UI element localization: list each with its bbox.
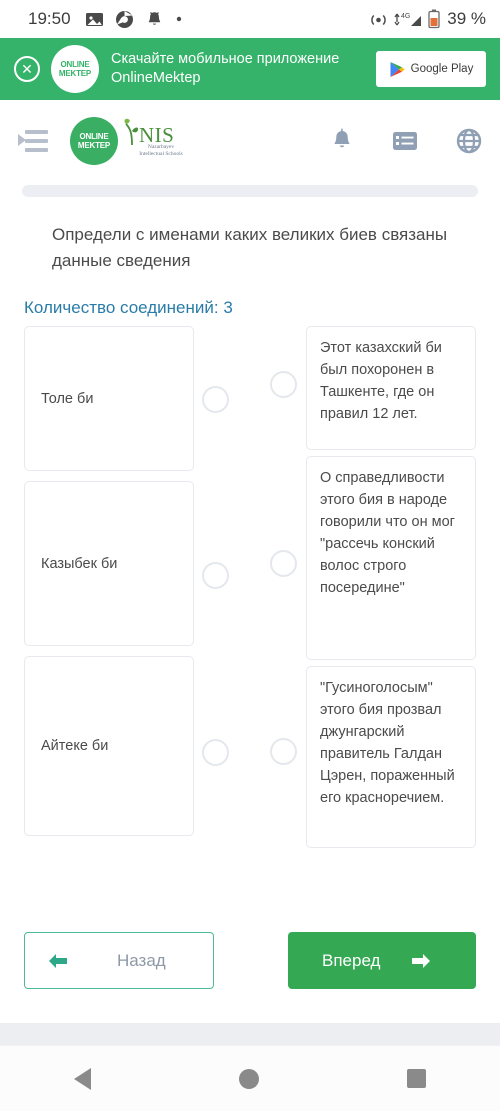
banner-text: Скачайте мобильное приложение OnlineMekt… [111,51,340,86]
logo-line-2: MEKTEP [58,69,92,78]
android-navigation-bar [0,1045,500,1111]
back-button[interactable]: Назад [24,932,214,989]
onlinemektep-logo-banner: ONLINE MEKTEP [51,45,99,93]
forward-button-label: Вперед [322,950,381,970]
match-left-card-3[interactable]: Айтеке би [24,656,194,836]
google-play-label: Google Play [410,63,474,75]
match-right-card-3[interactable]: "Гусиноголосым" этого бия прозвал джунга… [306,666,476,848]
logo-line-2: MEKTEP [77,141,111,150]
close-icon[interactable]: ✕ [14,56,40,82]
page-bottom-band [0,1023,500,1045]
matching-exercise: Толе би Казыбек би Айтеке би Этот казахс… [0,326,500,866]
match-left-label-1: Толе би [41,390,94,407]
forward-button[interactable]: Вперед [288,932,476,989]
progress-strip [22,185,478,197]
match-right-card-2[interactable]: О справедливости этого бия в народе гово… [306,456,476,660]
nav-back-icon[interactable] [74,1067,91,1090]
google-play-button[interactable]: Google Play [376,51,486,87]
match-right-label-1: Этот казахский би был похоронен в Ташкен… [320,340,442,422]
nis-logo-subtitle: Nazarbayev Intellectual Schools [139,144,183,157]
match-left-label-3: Айтеке би [41,738,109,754]
connections-count-label: Количество соединений: 3 [24,298,233,317]
arrow-left-icon [47,953,69,969]
google-play-icon [389,61,405,78]
menu-collapse-icon[interactable] [18,130,48,152]
connector-left-1[interactable] [202,386,229,413]
match-left-card-2[interactable]: Казыбек би [24,481,194,646]
nav-home-icon[interactable] [239,1068,259,1089]
match-right-label-3: "Гусиноголосым" этого бия прозвал джунга… [320,680,455,806]
globe-icon[interactable] [456,128,482,154]
dot-icon [175,15,183,23]
connector-right-2[interactable] [270,550,297,577]
status-bar-notification-icons [85,10,183,29]
signal-4g-icon: 4G [393,10,423,29]
connector-left-3[interactable] [202,739,229,766]
match-right-label-2: О справедливости этого бия в народе гово… [320,470,455,596]
bell-icon[interactable] [330,128,354,154]
header-actions [330,128,482,154]
connector-right-1[interactable] [270,371,297,398]
status-bar-clock: 19:50 [28,9,71,28]
logo-line-1: ONLINE [60,60,90,69]
nis-logo: NIS Nazarbayev Intellectual Schools [122,115,184,167]
list-icon[interactable] [392,129,418,153]
arrow-right-icon [410,953,432,969]
app-download-banner: ✕ ONLINE MEKTEP Скачайте мобильное прило… [0,38,500,100]
app-header: ONLINE MEKTEP NIS Nazarbayev Intellectua… [0,100,500,182]
match-right-card-1[interactable]: Этот казахский би был похоронен в Ташкен… [306,326,476,450]
phone-screen: 19:50 4G 39 % ✕ ONLINE MEKTEP Скачайте м… [0,0,500,1111]
battery-icon [428,9,440,29]
connector-right-3[interactable] [270,738,297,765]
question-text: Определи с именами каких великих биев св… [52,225,448,270]
status-bar: 19:50 4G 39 % [0,0,500,38]
hotspot-icon [369,10,388,29]
onlinemektep-logo[interactable]: ONLINE MEKTEP [70,117,118,165]
connector-left-2[interactable] [202,562,229,589]
svg-text:4G: 4G [401,13,410,20]
status-bar-system-icons: 4G 39 % [369,9,486,29]
image-icon [85,10,104,29]
bell-icon [145,10,164,29]
match-left-label-2: Казыбек би [41,555,118,572]
back-button-label: Назад [117,950,166,970]
logo-line-1: ONLINE [79,132,109,141]
nav-recents-icon[interactable] [407,1069,426,1088]
match-left-card-1[interactable]: Толе би [24,326,194,471]
battery-percent-label: 39 % [447,9,486,28]
chrome-icon [115,10,134,29]
